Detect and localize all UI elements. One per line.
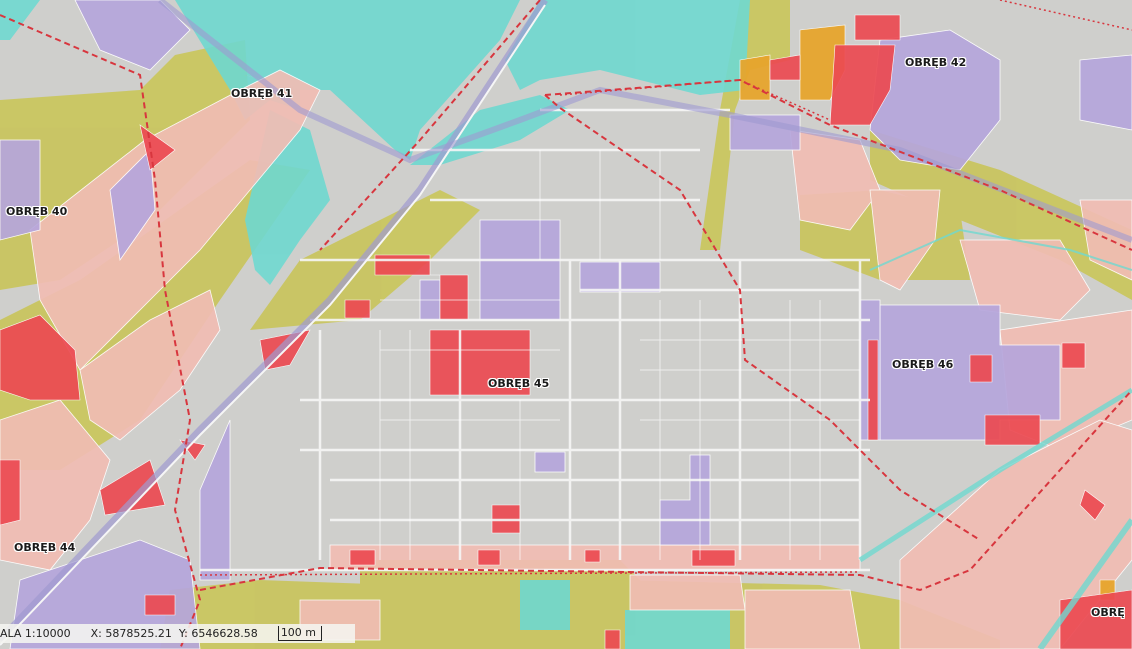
map-view[interactable]: OBRĘB 41 OBRĘB 42 OBRĘB 40 OBRĘB 45 OBRĘ… — [0, 0, 1132, 649]
precinct-label-edge: OBRĘ — [1091, 606, 1125, 619]
precinct-label-40: OBRĘB 40 — [6, 205, 68, 218]
y-coordinate-readout: Y: 6546628.58 — [178, 627, 258, 640]
scalebar: 100 m — [277, 626, 323, 641]
scale-readout: ALA 1:10000 — [0, 627, 71, 640]
precinct-label-44: OBRĘB 44 — [14, 541, 76, 554]
map-canvas[interactable] — [0, 0, 1132, 649]
precinct-label-46: OBRĘB 46 — [892, 358, 954, 371]
precinct-label-41: OBRĘB 41 — [231, 87, 293, 100]
map-status-bar: ALA 1:10000 X: 5878525.21 Y: 6546628.58 … — [0, 624, 355, 643]
x-coordinate-readout: X: 5878525.21 — [90, 627, 172, 640]
precinct-label-45: OBRĘB 45 — [488, 377, 550, 390]
precinct-label-42: OBRĘB 42 — [905, 56, 967, 69]
